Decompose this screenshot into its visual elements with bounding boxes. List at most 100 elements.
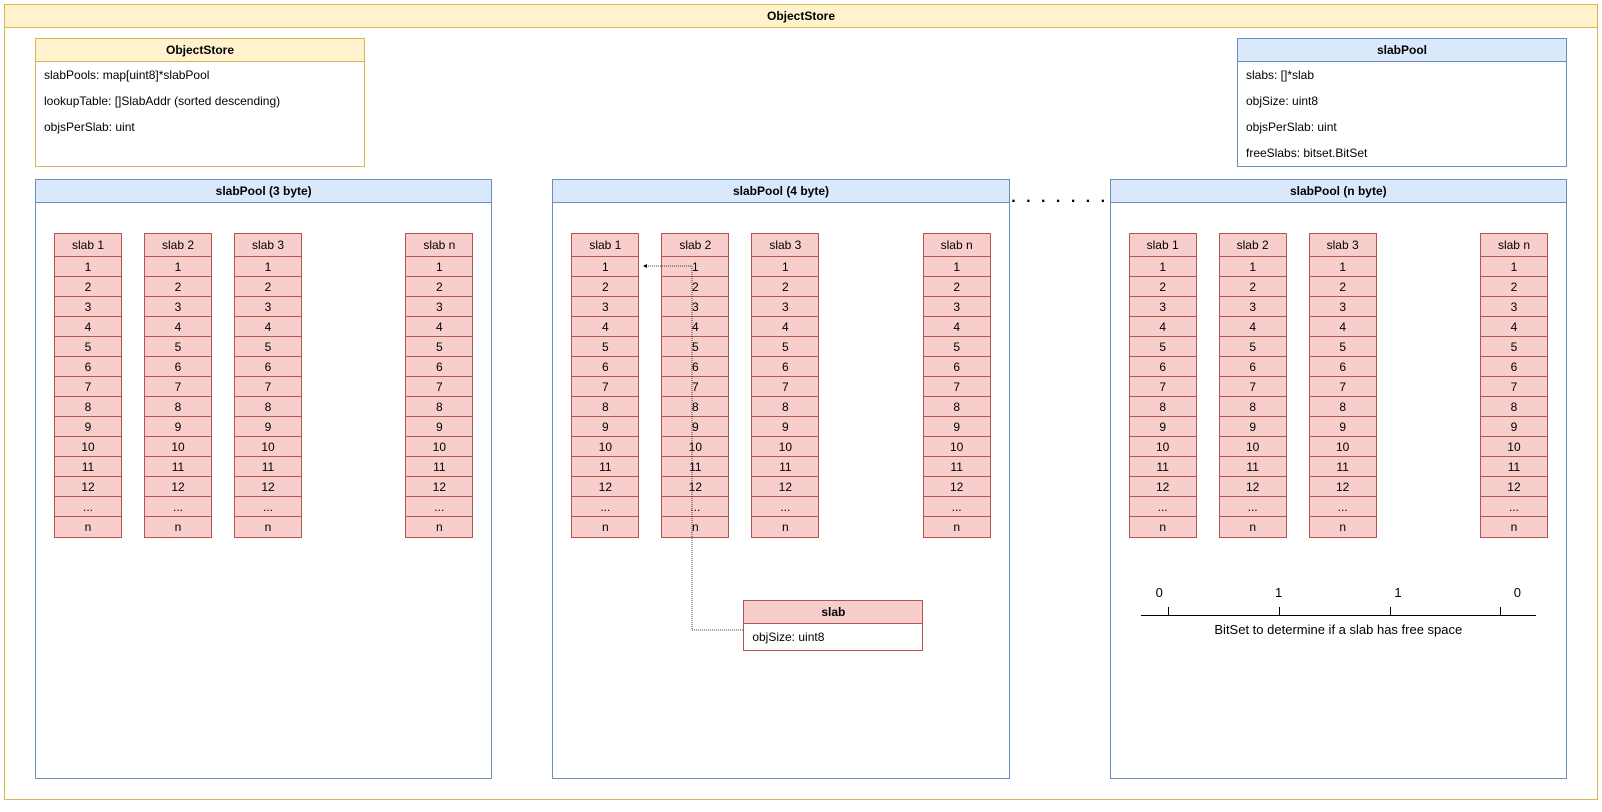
slab-cell: n bbox=[1130, 517, 1196, 537]
slab-cell: 4 bbox=[1310, 317, 1376, 337]
slab-cell: 10 bbox=[406, 437, 472, 457]
slab-title: slab 1 bbox=[572, 234, 638, 257]
slab-cell: 8 bbox=[55, 397, 121, 417]
slab-cell: 12 bbox=[1130, 477, 1196, 497]
slabpool-field: objsPerSlab: uint bbox=[1238, 114, 1566, 140]
slab-cell: n bbox=[662, 517, 728, 537]
bitset-axis bbox=[1141, 604, 1536, 616]
slab-cell: 4 bbox=[145, 317, 211, 337]
slab-cell: n bbox=[572, 517, 638, 537]
slab-cell: 11 bbox=[1220, 457, 1286, 477]
objectstore-field: objsPerSlab: uint bbox=[36, 114, 364, 140]
slab-cell: 10 bbox=[145, 437, 211, 457]
slab-cell: 1 bbox=[1130, 257, 1196, 277]
slab-cell: 5 bbox=[1481, 337, 1547, 357]
slab-cell: 9 bbox=[145, 417, 211, 437]
slab-cell: 8 bbox=[145, 397, 211, 417]
slab-cell: 5 bbox=[406, 337, 472, 357]
slab-cell: 12 bbox=[1220, 477, 1286, 497]
slab-cell: 12 bbox=[572, 477, 638, 497]
slab-cell: 9 bbox=[752, 417, 818, 437]
slab-cell: 10 bbox=[1481, 437, 1547, 457]
slab-cell: 4 bbox=[572, 317, 638, 337]
slab-cell: 12 bbox=[235, 477, 301, 497]
slab-title: slab 3 bbox=[1310, 234, 1376, 257]
slab-cell: 3 bbox=[145, 297, 211, 317]
slab-cell: 9 bbox=[1310, 417, 1376, 437]
slab-cell: 1 bbox=[235, 257, 301, 277]
slab-cell: 8 bbox=[1481, 397, 1547, 417]
slab-title: slab 1 bbox=[1130, 234, 1196, 257]
slab-cell: 10 bbox=[924, 437, 990, 457]
slab-cell: 2 bbox=[752, 277, 818, 297]
slab-class-box: slab objSize: uint8 bbox=[743, 600, 923, 651]
slab-column: slab n123456789101112...n bbox=[1480, 233, 1548, 538]
slab-cell: 6 bbox=[662, 357, 728, 377]
slab-cell: 1 bbox=[145, 257, 211, 277]
slab-cell: 7 bbox=[1130, 377, 1196, 397]
slab-column: slab 1123456789101112...n bbox=[54, 233, 122, 538]
slab-column: slab 2123456789101112...n bbox=[144, 233, 212, 538]
slab-cell: 10 bbox=[1310, 437, 1376, 457]
slab-cell: 10 bbox=[235, 437, 301, 457]
slab-class-field: objSize: uint8 bbox=[744, 624, 922, 650]
slab-cell: 4 bbox=[752, 317, 818, 337]
slabpool-4byte-box: slabPool (4 byte) slab 1123456789101112.… bbox=[552, 179, 1009, 779]
slab-cell: ... bbox=[406, 497, 472, 517]
slab-cell: 12 bbox=[1481, 477, 1547, 497]
slab-cell: 4 bbox=[662, 317, 728, 337]
slab-cell: 5 bbox=[662, 337, 728, 357]
slab-cell: 8 bbox=[235, 397, 301, 417]
slab-cell: 11 bbox=[1310, 457, 1376, 477]
bitset-value: 0 bbox=[1514, 585, 1521, 600]
slab-cell: 3 bbox=[662, 297, 728, 317]
slab-cell: 3 bbox=[752, 297, 818, 317]
slab-cell: 10 bbox=[1220, 437, 1286, 457]
slab-cell: 1 bbox=[924, 257, 990, 277]
slab-cell: 3 bbox=[406, 297, 472, 317]
slab-cell: 3 bbox=[572, 297, 638, 317]
slab-cell: 8 bbox=[406, 397, 472, 417]
slab-cell: 6 bbox=[752, 357, 818, 377]
slab-cell: 4 bbox=[1220, 317, 1286, 337]
slab-title: slab 3 bbox=[235, 234, 301, 257]
slab-cell: n bbox=[1220, 517, 1286, 537]
slab-cell: ... bbox=[1310, 497, 1376, 517]
slab-cell: 3 bbox=[1220, 297, 1286, 317]
slab-cell: 3 bbox=[1310, 297, 1376, 317]
slab-column: slab n123456789101112...n bbox=[405, 233, 473, 538]
slab-cell: 1 bbox=[662, 257, 728, 277]
slab-cell: 11 bbox=[55, 457, 121, 477]
slab-cell: 6 bbox=[55, 357, 121, 377]
objectstore-field: slabPools: map[uint8]*slabPool bbox=[36, 62, 364, 88]
objectstore-container: ObjectStore ObjectStore slabPools: map[u… bbox=[4, 4, 1598, 800]
slab-cell: 7 bbox=[145, 377, 211, 397]
slabpool-field: freeSlabs: bitset.BitSet bbox=[1238, 140, 1566, 166]
slabs-row: slab 1123456789101112...nslab 2123456789… bbox=[553, 203, 1008, 538]
slab-cell: 8 bbox=[752, 397, 818, 417]
slab-column: slab 3123456789101112...n bbox=[1309, 233, 1377, 538]
pools-row: slabPool (3 byte) slab 1123456789101112.… bbox=[5, 167, 1597, 799]
slab-cell: n bbox=[752, 517, 818, 537]
slab-cell: 4 bbox=[1130, 317, 1196, 337]
slab-cell: 9 bbox=[1130, 417, 1196, 437]
slab-cell: 5 bbox=[145, 337, 211, 357]
slab-cell: 10 bbox=[572, 437, 638, 457]
slab-cell: 6 bbox=[406, 357, 472, 377]
slab-cell: 1 bbox=[1220, 257, 1286, 277]
slab-cell: ... bbox=[924, 497, 990, 517]
objectstore-field: lookupTable: []SlabAddr (sorted descendi… bbox=[36, 88, 364, 114]
slab-cell: 4 bbox=[55, 317, 121, 337]
slab-cell: 5 bbox=[235, 337, 301, 357]
slab-cell: 9 bbox=[55, 417, 121, 437]
slabpool-field: slabs: []*slab bbox=[1238, 62, 1566, 88]
slab-cell: 2 bbox=[924, 277, 990, 297]
slab-cell: n bbox=[235, 517, 301, 537]
slab-cell: 6 bbox=[1481, 357, 1547, 377]
slab-cell: ... bbox=[572, 497, 638, 517]
slab-class-title: slab bbox=[744, 601, 922, 624]
slab-cell: 12 bbox=[752, 477, 818, 497]
slab-cell: 9 bbox=[1481, 417, 1547, 437]
outer-title: ObjectStore bbox=[5, 5, 1597, 28]
slab-cell: 11 bbox=[662, 457, 728, 477]
